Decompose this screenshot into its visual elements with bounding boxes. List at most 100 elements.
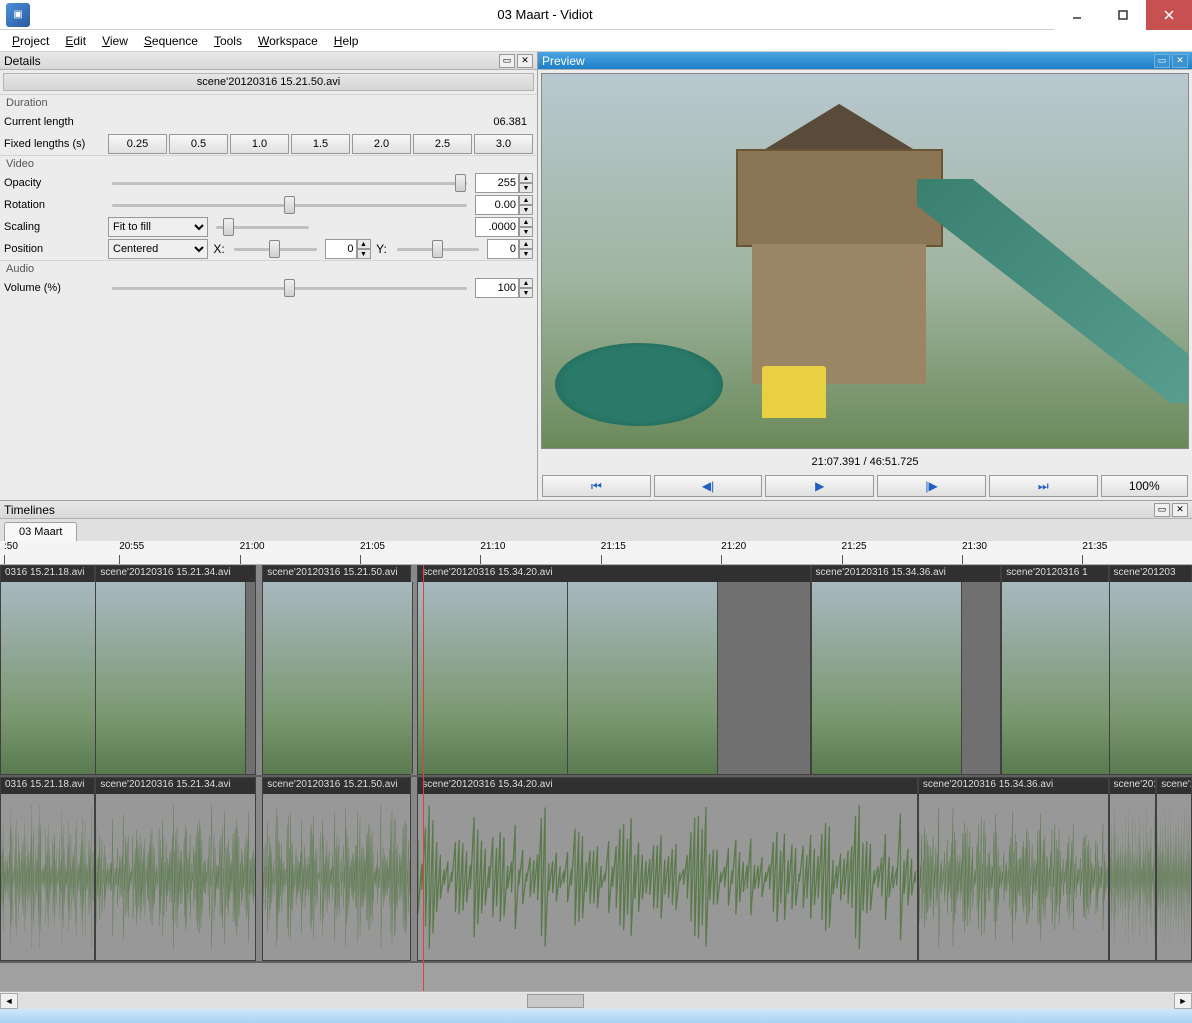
preview-maximize-icon[interactable]: ▭ [1154, 54, 1170, 68]
position-x-input[interactable] [325, 239, 357, 259]
clip-label: scene'20120316 15.21.50.avi [263, 566, 410, 582]
goto-start-button[interactable]: ⏮ [542, 475, 651, 497]
fixed-length-button[interactable]: 1.0 [230, 134, 289, 154]
fixed-lengths-label: Fixed lengths (s) [4, 138, 104, 150]
clip-label: scene'20120316 15.34.36.avi [919, 778, 1108, 794]
playhead[interactable] [423, 565, 424, 991]
fixed-length-button[interactable]: 0.5 [169, 134, 228, 154]
preview-time: 21:07.391 / 46:51.725 [538, 452, 1192, 472]
waveform [1, 794, 94, 960]
scaling-label: Scaling [4, 221, 104, 233]
position-x-slider[interactable] [234, 240, 317, 258]
goto-end-button[interactable]: ⏭ [989, 475, 1098, 497]
y-up[interactable]: ▲ [519, 239, 533, 249]
position-select[interactable]: Centered [108, 239, 208, 259]
ruler-tick: :50 [4, 541, 18, 564]
y-label: Y: [375, 242, 389, 256]
clip-label: 0316 15.21.18.avi [1, 566, 94, 582]
volume-input[interactable] [475, 278, 519, 298]
position-y-slider[interactable] [397, 240, 480, 258]
clip-label: scene'20120316 15.21.50.avi [263, 778, 410, 794]
x-up[interactable]: ▲ [357, 239, 371, 249]
video-clip[interactable]: scene'20120316 1 [1001, 565, 1108, 775]
video-track[interactable]: 0316 15.21.18.aviscene'20120316 15.21.34… [0, 565, 1192, 777]
scaling-up[interactable]: ▲ [519, 217, 533, 227]
rotation-up[interactable]: ▲ [519, 195, 533, 205]
scroll-right-button[interactable]: ► [1174, 993, 1192, 1009]
play-button[interactable]: ▶ [765, 475, 874, 497]
audio-clip[interactable]: scene'20120316 1 [1109, 777, 1157, 961]
audio-clip[interactable]: scene'20120316 15.21.34.avi [95, 777, 256, 961]
timeline-ruler[interactable]: :50 20:5521:0021:0521:1021:1521:2021:252… [0, 541, 1192, 565]
opacity-input[interactable] [475, 173, 519, 193]
scaling-down[interactable]: ▼ [519, 227, 533, 237]
audio-clip[interactable]: scene'20120316 15.21.50.avi [262, 777, 411, 961]
video-clip[interactable]: scene'201203 [1109, 565, 1192, 775]
x-down[interactable]: ▼ [357, 249, 371, 259]
zoom-display[interactable]: 100% [1101, 475, 1188, 497]
audio-clip[interactable]: scene'20120316 15.34.36.avi [918, 777, 1109, 961]
rotation-slider[interactable] [112, 196, 467, 214]
maximize-button[interactable] [1100, 0, 1146, 30]
preview-close-icon[interactable]: ✕ [1172, 54, 1188, 68]
audio-clip[interactable]: 0316 15.21.18.avi [0, 777, 95, 961]
step-back-button[interactable]: ◀| [654, 475, 763, 497]
video-clip[interactable]: scene'20120316 15.21.50.avi [262, 565, 411, 775]
fixed-length-button[interactable]: 1.5 [291, 134, 350, 154]
x-label: X: [212, 242, 226, 256]
audio-clip[interactable]: scene'20120316 15.34.20.avi [417, 777, 918, 961]
scroll-thumb[interactable] [527, 994, 585, 1008]
menu-edit[interactable]: Edit [57, 32, 94, 50]
scroll-left-button[interactable]: ◄ [0, 993, 18, 1009]
video-clip[interactable]: 0316 15.21.18.avi [0, 565, 95, 775]
video-clip[interactable]: scene'20120316 15.21.34.avi [95, 565, 256, 775]
details-close-icon[interactable]: ✕ [517, 54, 533, 68]
horizontal-scrollbar[interactable]: ◄ ► [0, 991, 1192, 1009]
y-down[interactable]: ▼ [519, 249, 533, 259]
waveform [96, 794, 255, 960]
fixed-length-button[interactable]: 3.0 [474, 134, 533, 154]
clip-label: scene'20120316 15.21.34.avi [96, 778, 255, 794]
opacity-up[interactable]: ▲ [519, 173, 533, 183]
opacity-down[interactable]: ▼ [519, 183, 533, 193]
menu-workspace[interactable]: Workspace [250, 32, 326, 50]
menu-tools[interactable]: Tools [206, 32, 250, 50]
ruler-tick: 20:55 [119, 541, 144, 564]
opacity-slider[interactable] [112, 174, 467, 192]
duration-group-label: Duration [0, 94, 537, 111]
menu-project[interactable]: Project [4, 32, 57, 50]
clip-label: scene'20120316 1 [1002, 566, 1107, 582]
audio-clip[interactable]: scene'201203 [1156, 777, 1192, 961]
timelines-maximize-icon[interactable]: ▭ [1154, 503, 1170, 517]
preview-viewport [541, 73, 1189, 449]
scaling-select[interactable]: Fit to fill [108, 217, 208, 237]
fixed-length-button[interactable]: 2.5 [413, 134, 472, 154]
video-clip[interactable]: scene'20120316 15.34.36.avi [811, 565, 1002, 775]
fixed-length-button[interactable]: 2.0 [352, 134, 411, 154]
rotation-down[interactable]: ▼ [519, 205, 533, 215]
volume-down[interactable]: ▼ [519, 288, 533, 298]
clip-label: scene'201203 [1157, 778, 1191, 794]
timeline-tab[interactable]: 03 Maart [4, 522, 77, 541]
scaling-input[interactable] [475, 217, 519, 237]
close-button[interactable] [1146, 0, 1192, 30]
position-y-input[interactable] [487, 239, 519, 259]
step-forward-button[interactable]: |▶ [877, 475, 986, 497]
scaling-slider[interactable] [216, 218, 309, 236]
fixed-length-button[interactable]: 0.25 [108, 134, 167, 154]
timelines-header: Timelines ▭ ✕ [0, 501, 1192, 519]
details-panel: Details ▭ ✕ scene'20120316 15.21.50.avi … [0, 52, 538, 500]
menu-sequence[interactable]: Sequence [136, 32, 206, 50]
video-clip[interactable]: scene'20120316 15.34.20.avi [417, 565, 810, 775]
waveform [1157, 794, 1191, 960]
timelines-close-icon[interactable]: ✕ [1172, 503, 1188, 517]
minimize-button[interactable] [1054, 0, 1100, 30]
details-maximize-icon[interactable]: ▭ [499, 54, 515, 68]
volume-up[interactable]: ▲ [519, 278, 533, 288]
rotation-input[interactable] [475, 195, 519, 215]
volume-slider[interactable] [112, 279, 467, 297]
timeline-tracks[interactable]: 0316 15.21.18.aviscene'20120316 15.21.34… [0, 565, 1192, 991]
menu-help[interactable]: Help [326, 32, 367, 50]
menu-view[interactable]: View [94, 32, 136, 50]
audio-track[interactable]: 0316 15.21.18.aviscene'20120316 15.21.34… [0, 777, 1192, 963]
